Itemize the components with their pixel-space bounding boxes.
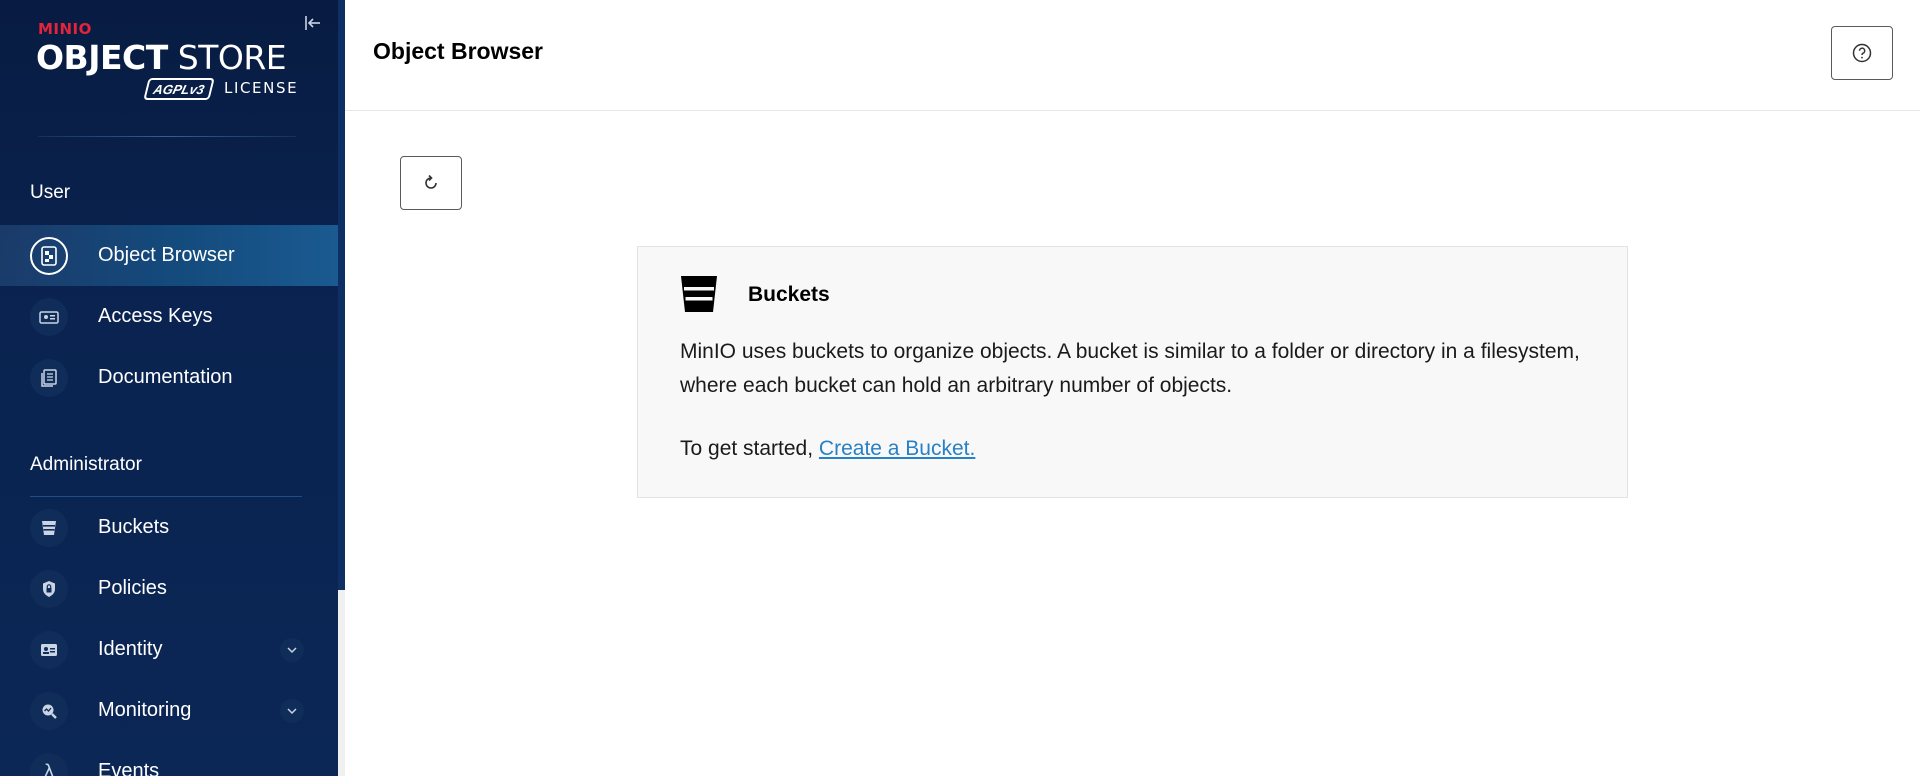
logo-license: LICENSE [224, 79, 299, 97]
access-keys-icon [30, 297, 68, 336]
sidebar-item-label: Object Browser [98, 244, 235, 266]
help-button[interactable] [1831, 26, 1893, 80]
lambda-icon: λ [30, 752, 68, 776]
card-cta: To get started, Create a Bucket. [680, 437, 975, 461]
logo-product-light: STORE [177, 38, 287, 77]
sidebar-item-events[interactable]: λ Events [0, 741, 338, 776]
collapse-sidebar-icon [305, 16, 320, 30]
buckets-info-card: Buckets MinIO uses buckets to organize o… [637, 246, 1628, 498]
sidebar-scrollbar[interactable] [338, 0, 345, 590]
topbar: Object Browser [345, 0, 1920, 111]
collapse-sidebar-button[interactable] [302, 12, 324, 34]
bucket-icon [681, 276, 717, 312]
section-label-administrator: Administrator [30, 454, 142, 475]
sidebar-item-label: Monitoring [98, 699, 192, 721]
sidebar-item-object-browser[interactable]: Object Browser [0, 225, 338, 286]
help-icon [1852, 43, 1872, 63]
policies-icon [30, 569, 68, 608]
sidebar-item-monitoring[interactable]: Monitoring [0, 680, 338, 741]
refresh-button[interactable] [400, 156, 462, 210]
page-title: Object Browser [373, 38, 543, 64]
sidebar-item-label: Policies [98, 577, 167, 599]
sidebar-item-policies[interactable]: Policies [0, 558, 338, 619]
card-title: Buckets [748, 283, 830, 306]
logo-divider [38, 136, 296, 137]
documentation-icon [30, 358, 68, 397]
minio-logo: MINIO OBJECT STORE AGPLv3 LICENSE [36, 20, 300, 100]
bucket-icon [30, 508, 68, 547]
refresh-icon [425, 174, 437, 189]
agpl-badge: AGPLv3 [143, 78, 215, 100]
sidebar-item-label: Identity [98, 638, 163, 660]
sidebar: MINIO OBJECT STORE AGPLv3 LICENSE User O… [0, 0, 338, 776]
chevron-down-icon[interactable] [280, 637, 304, 662]
chevron-down-icon[interactable] [280, 698, 304, 723]
sidebar-item-label: Access Keys [98, 305, 213, 327]
create-bucket-link[interactable]: Create a Bucket. [819, 437, 975, 460]
sidebar-scrollbar-track [338, 590, 345, 776]
section-label-user: User [30, 182, 71, 203]
card-cta-prefix: To get started, [680, 437, 814, 460]
logo-product-bold: OBJECT [36, 38, 168, 77]
monitoring-icon [30, 691, 68, 730]
sidebar-item-documentation[interactable]: Documentation [0, 347, 338, 408]
card-description: MinIO uses buckets to organize objects. … [680, 340, 1580, 397]
sidebar-item-label: Buckets [98, 516, 170, 538]
object-browser-icon [30, 236, 68, 275]
identity-icon [30, 630, 68, 669]
sidebar-item-label: Events [98, 760, 160, 776]
sidebar-item-label: Documentation [98, 366, 233, 388]
sidebar-item-buckets[interactable]: Buckets [0, 497, 338, 558]
sidebar-item-access-keys[interactable]: Access Keys [0, 286, 338, 347]
logo-brand: MINIO [38, 20, 92, 38]
sidebar-item-identity[interactable]: Identity [0, 619, 338, 680]
logo-product: OBJECT STORE [36, 38, 287, 77]
